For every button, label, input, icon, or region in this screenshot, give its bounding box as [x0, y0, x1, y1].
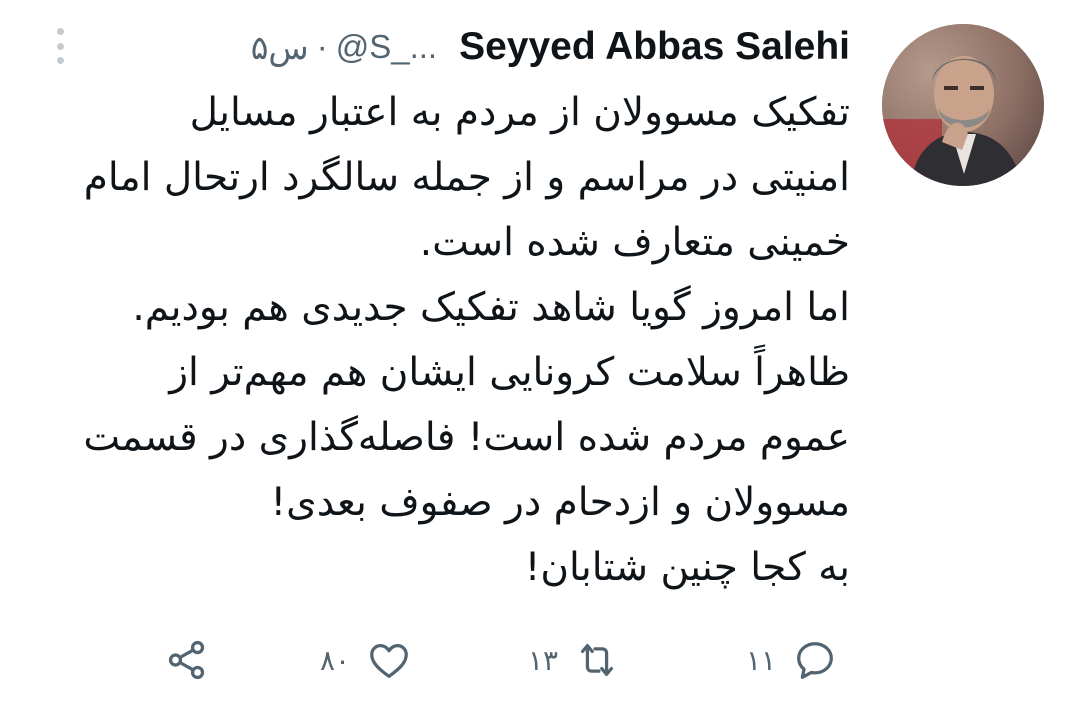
tweet-text-line: عموم مردم شده است! فاصله‌گذاری در قسمت: [83, 415, 850, 460]
separator-dot: ·: [316, 28, 328, 65]
tweet-header: Seyyed Abbas Salehi @S_... · ۵س: [251, 22, 850, 72]
share-button[interactable]: [164, 630, 210, 690]
heart-icon: [370, 643, 408, 678]
like-count: ۸۰: [320, 643, 351, 677]
tweet-text-line: به کجا چنین شتابان!: [524, 545, 850, 590]
tweet-text-line: امنیتی در مراسم و از جمله سالگرد ارتحال …: [83, 155, 850, 200]
author-handle[interactable]: @S_...: [336, 28, 437, 66]
tweet-text-line: ظاهراً سلامت کرونایی ایشان هم مهم‌تر از: [169, 350, 850, 395]
avatar[interactable]: [882, 24, 1044, 186]
tweet-card: Seyyed Abbas Salehi @S_... · ۵س تفکیک مس…: [0, 0, 1080, 706]
tweet-text-line: مسوولان و ازدحام در صفوف بعدی!: [270, 480, 850, 525]
tweet-text-line: تفکیک مسوولان از مردم به اعتبار مسایل: [189, 90, 850, 135]
handle-and-time: @S_... · ۵س: [251, 28, 437, 67]
retweet-button[interactable]: ۱۳: [528, 630, 620, 690]
more-options-icon[interactable]: [52, 28, 68, 64]
tweet-text: تفکیک مسوولان از مردم به اعتبار مسایل ام…: [50, 80, 850, 600]
reply-count: ۱۱: [746, 643, 777, 677]
reply-button[interactable]: ۱۱: [746, 630, 838, 690]
like-button[interactable]: ۸۰: [320, 630, 412, 690]
author-name[interactable]: Seyyed Abbas Salehi: [459, 25, 850, 69]
share-icon: [168, 640, 205, 680]
tweet-actions: ۱۱ ۱۳ ۸۰: [0, 630, 1080, 690]
reply-icon: [797, 642, 833, 679]
retweet-count: ۱۳: [528, 643, 559, 677]
retweet-icon: [581, 643, 614, 677]
tweet-text-line: خمینی متعارف شده است.: [419, 220, 850, 265]
tweet-text-line: اما امروز گویا شاهد تفکیک جدیدی هم بودیم…: [132, 285, 850, 330]
tweet-time[interactable]: ۵س: [251, 28, 309, 67]
